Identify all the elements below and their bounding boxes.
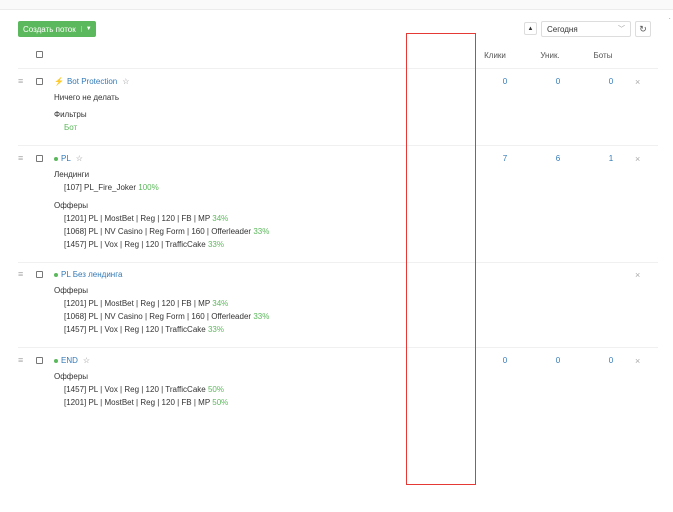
offer-pct: 50% xyxy=(212,398,229,407)
unique-value[interactable]: 0 xyxy=(538,356,578,365)
offer-item: [1201] PL | MostBet | Reg | 120 | FB | M… xyxy=(64,398,228,407)
column-header-clicks[interactable]: Клики xyxy=(475,51,515,60)
offers-label: Офферы xyxy=(54,201,89,210)
select-all-checkbox[interactable] xyxy=(36,51,43,58)
chevron-down-icon: ﹀ xyxy=(618,26,625,33)
offer-pct: 34% xyxy=(212,299,229,308)
drag-handle-icon[interactable]: ≡ xyxy=(18,270,28,279)
row-divider xyxy=(18,347,658,348)
offer-name: [1457] PL | Vox | Reg | 120 | TrafficCak… xyxy=(64,385,206,394)
offer-name: [1201] PL | MostBet | Reg | 120 | FB | M… xyxy=(64,398,211,407)
status-dot-icon xyxy=(54,272,58,277)
offer-item: [1068] PL | NV Casino | Reg Form | 160 |… xyxy=(64,312,269,321)
bots-value[interactable]: 1 xyxy=(591,154,631,163)
row-divider xyxy=(18,262,658,263)
offer-pct: 33% xyxy=(253,227,270,236)
offer-pct: 33% xyxy=(253,312,270,321)
offer-item: [1457] PL | Vox | Reg | 120 | TrafficCak… xyxy=(64,240,224,249)
star-icon[interactable]: ☆ xyxy=(76,154,83,163)
close-icon[interactable]: × xyxy=(635,77,640,87)
column-header-bots[interactable]: Боты xyxy=(583,51,623,60)
unique-value[interactable]: 0 xyxy=(538,77,578,86)
offer-item: [1201] PL | MostBet | Reg | 120 | FB | M… xyxy=(64,214,228,223)
stream-title-link[interactable]: END xyxy=(61,356,78,365)
offer-pct: 34% xyxy=(212,214,229,223)
stream-checkbox[interactable] xyxy=(36,271,43,278)
star-icon[interactable]: ☆ xyxy=(122,77,129,86)
bots-value[interactable]: 0 xyxy=(591,356,631,365)
stream-title-link[interactable]: PL Без лендинга xyxy=(61,270,122,279)
offer-name: [1068] PL | NV Casino | Reg Form | 160 |… xyxy=(64,227,252,236)
create-stream-label: Создать поток xyxy=(23,24,76,34)
bolt-icon: ⚡ xyxy=(54,77,64,86)
filters-label: Фильтры xyxy=(54,110,87,119)
landing-name: [107] PL_Fire_Joker xyxy=(64,183,137,192)
row-divider xyxy=(18,68,658,69)
clicks-value[interactable]: 0 xyxy=(485,356,525,365)
offer-name: [1457] PL | Vox | Reg | 120 | TrafficCak… xyxy=(64,325,206,334)
drag-handle-icon[interactable]: ≡ xyxy=(18,77,28,86)
offer-name: [1201] PL | MostBet | Reg | 120 | FB | M… xyxy=(64,299,211,308)
landings-label: Лендинги xyxy=(54,170,90,179)
offers-label: Офферы xyxy=(54,372,89,381)
clicks-value[interactable]: 0 xyxy=(485,77,525,86)
caret-down-icon[interactable]: ▼ xyxy=(80,26,96,32)
stream-name: END ☆ xyxy=(54,356,90,365)
unique-value[interactable]: 6 xyxy=(538,154,578,163)
offer-name: [1068] PL | NV Casino | Reg Form | 160 |… xyxy=(64,312,252,321)
offer-pct: 33% xyxy=(207,325,224,334)
landing-item: [107] PL_Fire_Joker 100% xyxy=(64,183,159,192)
offer-pct: 50% xyxy=(207,385,224,394)
drag-handle-icon[interactable]: ≡ xyxy=(18,154,28,163)
stream-name: PL Без лендинга xyxy=(54,270,122,279)
offers-label: Офферы xyxy=(54,286,89,295)
highlight-annotation-box xyxy=(406,33,476,485)
status-dot-icon xyxy=(54,358,58,363)
offer-item: [1201] PL | MostBet | Reg | 120 | FB | M… xyxy=(64,299,228,308)
stream-name: PL ☆ xyxy=(54,154,83,163)
offer-item: [1457] PL | Vox | Reg | 120 | TrafficCak… xyxy=(64,325,224,334)
status-dot-icon xyxy=(54,156,58,161)
offer-item: [1457] PL | Vox | Reg | 120 | TrafficCak… xyxy=(64,385,224,394)
offer-name: [1457] PL | Vox | Reg | 120 | TrafficCak… xyxy=(64,240,206,249)
offer-name: [1201] PL | MostBet | Reg | 120 | FB | M… xyxy=(64,214,211,223)
bots-value[interactable]: 0 xyxy=(591,77,631,86)
row-divider xyxy=(18,145,658,146)
landing-pct: 100% xyxy=(138,183,159,192)
corner-mark-icon: · xyxy=(668,14,671,23)
close-icon[interactable]: × xyxy=(635,270,640,280)
stream-checkbox[interactable] xyxy=(36,357,43,364)
star-icon[interactable]: ☆ xyxy=(83,356,90,365)
sort-button[interactable]: ▲ xyxy=(524,22,537,35)
drag-handle-icon[interactable]: ≡ xyxy=(18,356,28,365)
close-icon[interactable]: × xyxy=(635,356,640,366)
refresh-icon: ↻ xyxy=(639,23,647,34)
clicks-value[interactable]: 7 xyxy=(485,154,525,163)
triangle-up-icon: ▲ xyxy=(527,25,534,32)
stream-checkbox[interactable] xyxy=(36,155,43,162)
top-bar xyxy=(0,0,673,10)
offer-item: [1068] PL | NV Casino | Reg Form | 160 |… xyxy=(64,227,269,236)
stream-title-link[interactable]: PL xyxy=(61,154,71,163)
stream-checkbox[interactable] xyxy=(36,78,43,85)
offer-pct: 33% xyxy=(207,240,224,249)
column-header-unique[interactable]: Уник. xyxy=(530,51,570,60)
create-stream-button[interactable]: Создать поток ▼ xyxy=(18,21,96,37)
refresh-button[interactable]: ↻ xyxy=(635,21,651,37)
period-select[interactable]: Сегодня ﹀ xyxy=(541,21,631,37)
stream-action: Ничего не делать xyxy=(54,93,119,102)
close-icon[interactable]: × xyxy=(635,154,640,164)
period-value: Сегодня xyxy=(547,24,578,34)
filter-value: Бот xyxy=(64,123,78,132)
stream-name: ⚡ Bot Protection ☆ xyxy=(54,77,129,86)
stream-title-link[interactable]: Bot Protection xyxy=(67,77,117,86)
